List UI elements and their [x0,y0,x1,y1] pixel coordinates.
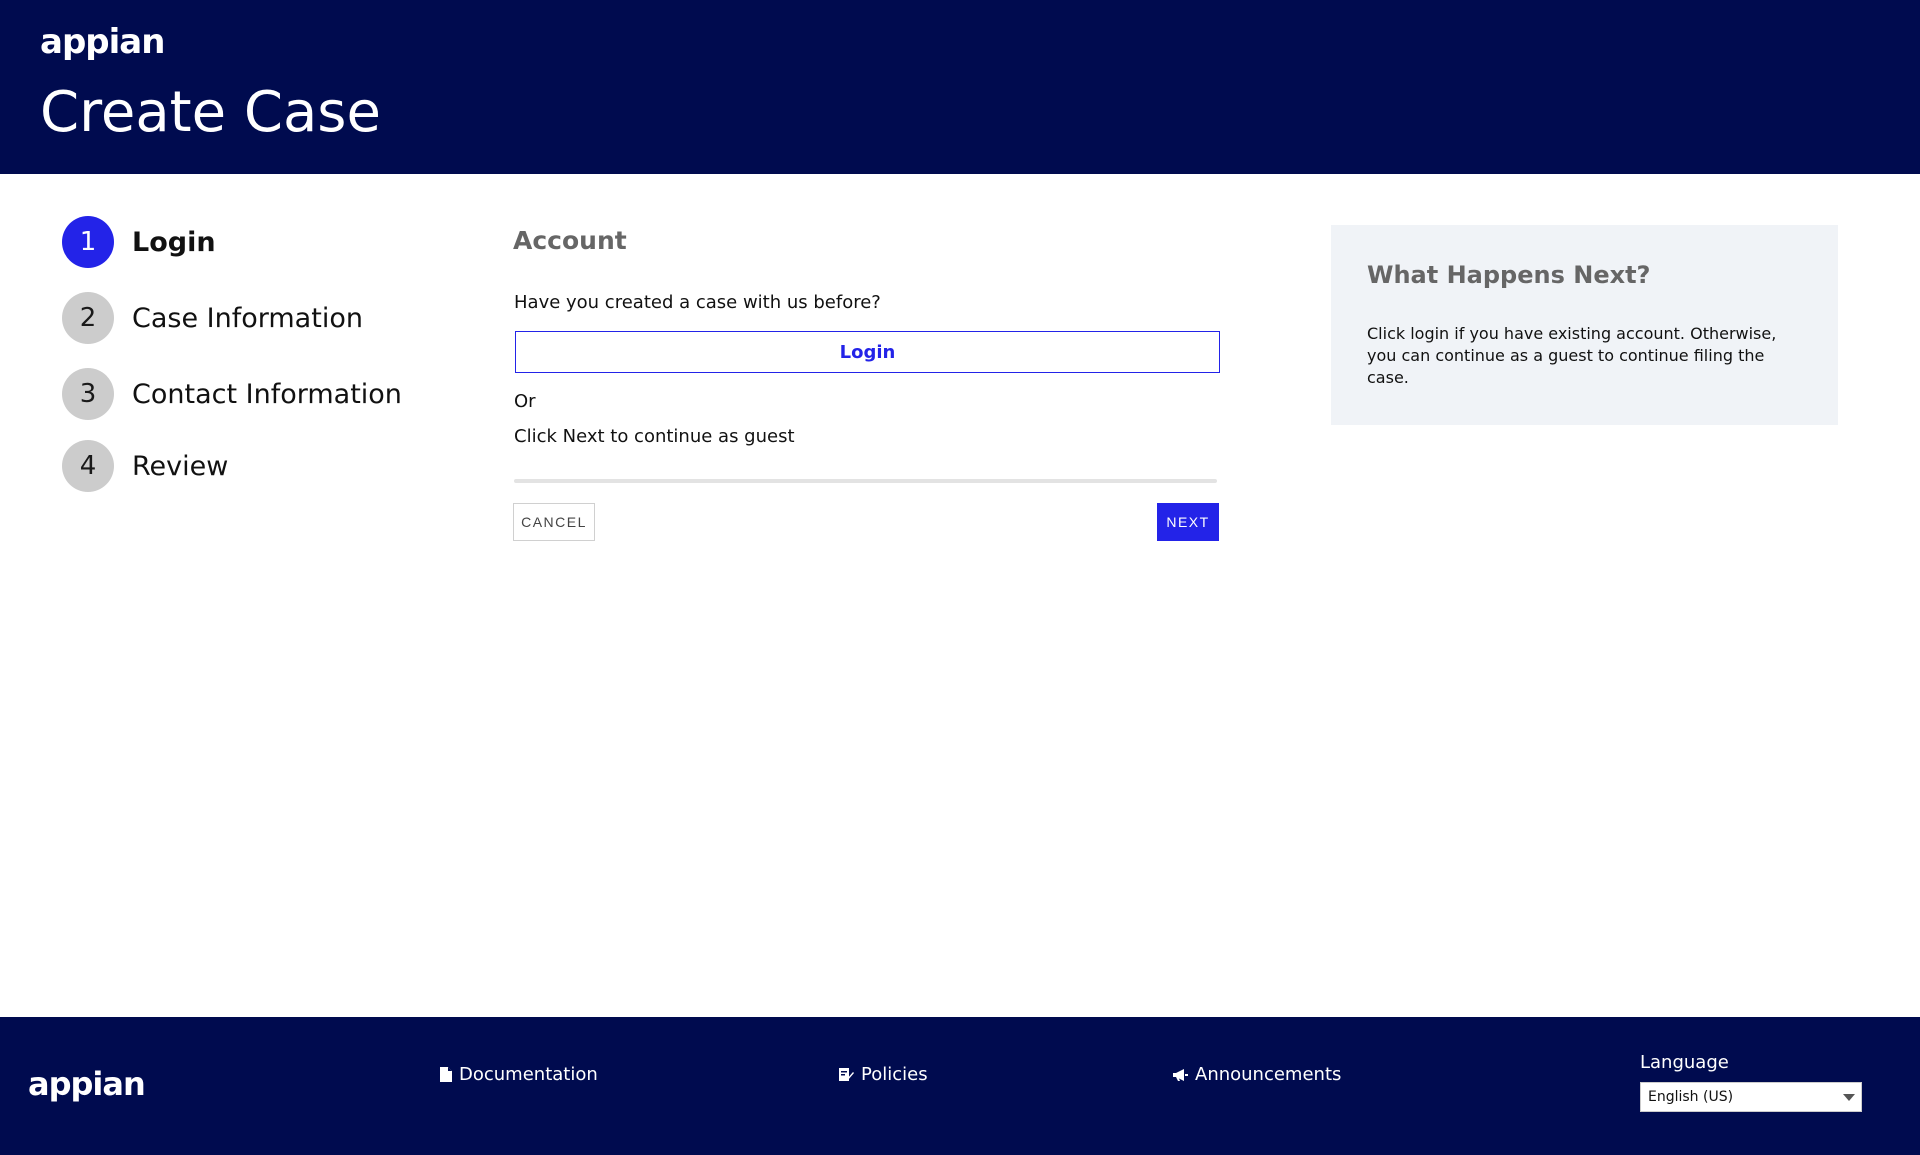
info-title: What Happens Next? [1367,261,1651,289]
footer-link-label: Policies [861,1064,928,1085]
footer-link-policies[interactable]: Policies [839,1064,928,1085]
language-select[interactable]: English (US) [1640,1082,1862,1112]
footer-link-announcements[interactable]: Announcements [1172,1064,1341,1085]
step-review: 4 Review [62,440,228,492]
footer-link-label: Documentation [459,1064,598,1085]
document-icon [440,1067,452,1082]
divider [514,479,1217,483]
step-case-information: 2 Case Information [62,292,363,344]
info-text: Click login if you have existing account… [1367,324,1777,387]
footer-link-documentation[interactable]: Documentation [440,1064,598,1085]
megaphone-icon [1172,1068,1188,1082]
cancel-button[interactable]: CANCEL [513,503,595,541]
step-label: Case Information [132,302,363,334]
step-login: 1 Login [62,216,216,268]
step-label: Contact Information [132,378,402,410]
language-selected-value: English (US) [1648,1089,1734,1105]
step-number: 3 [62,368,114,420]
step-label: Login [132,226,216,258]
or-text: Or [514,391,536,412]
appian-logo[interactable]: appian [40,22,165,62]
language-label: Language [1640,1052,1729,1073]
guest-instruction: Click Next to continue as guest [514,426,795,447]
footer-link-label: Announcements [1195,1064,1342,1085]
page-title: Create Case [40,80,381,145]
step-number: 2 [62,292,114,344]
appian-logo[interactable]: appian [28,1065,146,1103]
step-contact-information: 3 Contact Information [62,368,402,420]
policy-icon [839,1067,854,1082]
section-title: Account [513,226,627,255]
chevron-down-icon [1843,1094,1855,1101]
step-number: 1 [62,216,114,268]
login-question: Have you created a case with us before? [514,292,881,313]
next-button[interactable]: NEXT [1157,503,1219,541]
login-button[interactable]: Login [515,331,1220,373]
step-number: 4 [62,440,114,492]
step-label: Review [132,450,229,482]
page-header: appian Create Case [0,0,1920,174]
page-footer: appian Documentation Policies Announceme… [0,1017,1920,1155]
info-panel: What Happens Next? Click login if you ha… [1331,225,1838,425]
